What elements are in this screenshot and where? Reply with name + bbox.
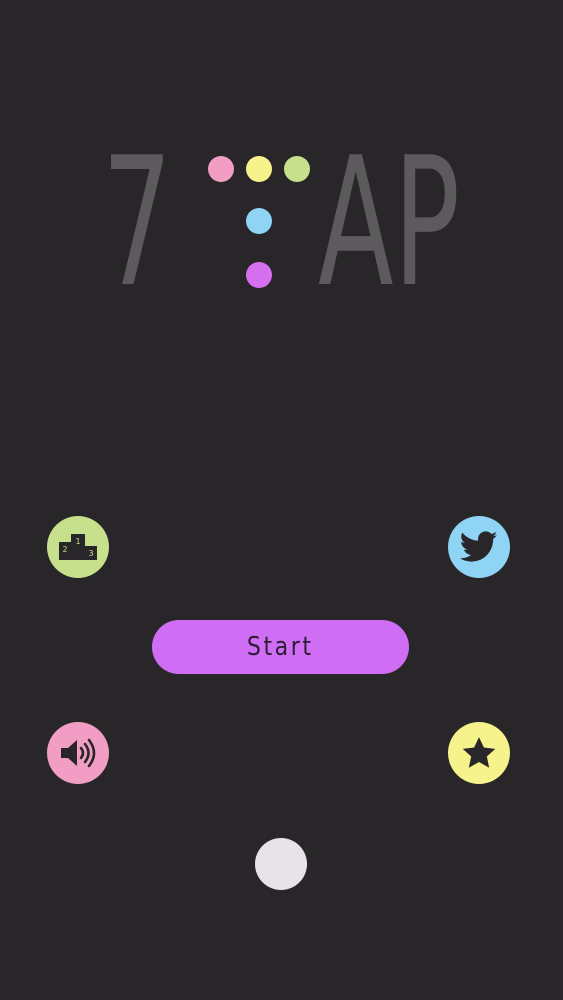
bottom-white-circle[interactable] (255, 838, 307, 890)
logo-dot-pink (208, 156, 234, 182)
logo-dot-blue (246, 208, 272, 234)
logo-letters-ap: AP (318, 119, 461, 326)
leaderboard-button[interactable]: 2 1 3 (47, 516, 109, 578)
star-icon (462, 737, 496, 768)
start-button-label: Start (247, 632, 314, 662)
twitter-share-button[interactable] (448, 516, 510, 578)
speaker-icon (61, 738, 96, 768)
podium-number-third: 3 (88, 549, 93, 558)
podium-icon: 2 1 3 (59, 534, 97, 560)
podium-number-first: 1 (75, 537, 80, 546)
logo-dot-yellow (246, 156, 272, 182)
sound-toggle-button[interactable] (47, 722, 109, 784)
logo-letter-seven: 7 (102, 119, 173, 326)
start-button[interactable]: Start (152, 620, 409, 674)
podium-number-second: 2 (62, 545, 67, 554)
game-screen: 7 AP 2 1 3 Start (0, 0, 563, 1000)
twitter-bird-icon (460, 531, 498, 562)
rate-star-button[interactable] (448, 722, 510, 784)
logo-dot-green (284, 156, 310, 182)
logo-dot-purple (246, 262, 272, 288)
